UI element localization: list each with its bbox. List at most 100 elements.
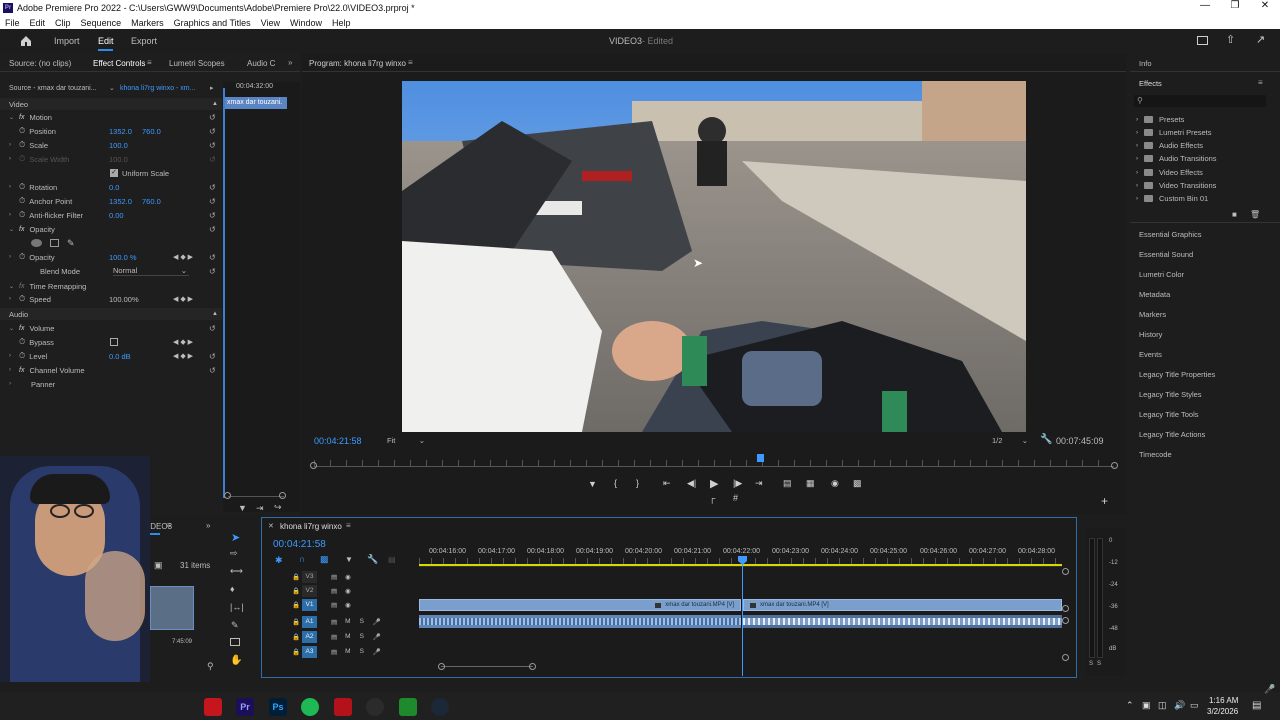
stopwatch-icon[interactable]: ⏱ bbox=[19, 196, 25, 206]
channel-volume-row[interactable]: › fx Channel Volume ↺ bbox=[0, 364, 222, 376]
menu-graphics[interactable]: Graphics and Titles bbox=[174, 18, 251, 28]
razor-tool-icon[interactable]: ♦ bbox=[230, 584, 235, 594]
panel-essential-sound[interactable]: Essential Sound bbox=[1139, 250, 1193, 259]
expand-chevron-icon[interactable]: › bbox=[9, 353, 19, 359]
blend-mode-dropdown[interactable]: Normal ⌄ bbox=[113, 266, 189, 276]
clock-date[interactable]: 3/2/2026 bbox=[1207, 707, 1238, 716]
panel-menu-icon[interactable]: ≡ bbox=[1258, 78, 1263, 87]
video-clip[interactable]: xmax dar touzani.MP4 [V] bbox=[743, 599, 1062, 611]
menu-file[interactable]: File bbox=[5, 18, 20, 28]
new-custom-bin-icon[interactable]: ■ bbox=[1232, 210, 1237, 219]
position-x[interactable]: 1352.0 bbox=[109, 127, 132, 136]
menu-sequence[interactable]: Sequence bbox=[81, 18, 122, 28]
antiflicker-value[interactable]: 0.00 bbox=[109, 211, 124, 220]
reset-icon[interactable]: ↺ bbox=[209, 183, 216, 192]
mark-out-icon[interactable]: } bbox=[636, 478, 639, 488]
eye-icon[interactable]: ◉ bbox=[345, 587, 351, 595]
solo-button[interactable]: S bbox=[360, 618, 364, 625]
track-label[interactable]: V3 bbox=[302, 570, 317, 583]
snap-icon[interactable]: ∩ bbox=[299, 554, 305, 564]
photoshop-taskbar-icon[interactable]: Ps bbox=[269, 698, 287, 716]
panel-markers[interactable]: Markers bbox=[1139, 310, 1166, 319]
comparison-view-icon[interactable]: ▩ bbox=[853, 478, 862, 489]
close-sequence-icon[interactable]: ✕ bbox=[268, 522, 274, 530]
menu-edit[interactable]: Edit bbox=[30, 18, 46, 28]
step-back-icon[interactable]: ◀| bbox=[687, 478, 696, 489]
expand-chevron-icon[interactable]: ⌄ bbox=[9, 325, 19, 332]
menu-help[interactable]: Help bbox=[332, 18, 351, 28]
reset-icon[interactable]: ↺ bbox=[209, 211, 216, 220]
slip-tool-icon[interactable]: |↔| bbox=[230, 602, 244, 612]
extract-icon[interactable]: ▦ bbox=[806, 478, 815, 489]
zoom-scrollbar[interactable] bbox=[228, 496, 284, 497]
tab-audio-clip-mixer[interactable]: Audio C bbox=[247, 59, 275, 68]
resolution-dropdown[interactable]: 1/2 ⌄ bbox=[992, 436, 1028, 445]
lock-icon[interactable]: 🔒 bbox=[292, 633, 302, 641]
fx-icon[interactable]: fx bbox=[19, 325, 24, 332]
solo-button[interactable]: S bbox=[360, 648, 364, 655]
timeline-settings-icon[interactable]: 🔧 bbox=[367, 554, 378, 565]
scroll-up-icon[interactable]: ▲ bbox=[212, 311, 218, 317]
panel-legacy-title-styles[interactable]: Legacy Title Styles bbox=[1139, 390, 1202, 399]
settings-wrench-icon[interactable]: 🔧 bbox=[1040, 434, 1052, 445]
track-label[interactable]: V1 bbox=[302, 598, 317, 611]
expand-chevron-icon[interactable]: ⌄ bbox=[9, 283, 19, 290]
go-to-in-icon[interactable]: ⇤ bbox=[663, 478, 671, 489]
keyframe-nav-icon[interactable]: ◀ ◆ ▶ bbox=[173, 295, 193, 303]
menu-window[interactable]: Window bbox=[290, 18, 322, 28]
horizontal-zoom-bar[interactable] bbox=[441, 666, 533, 667]
zoom-handle-left[interactable] bbox=[224, 492, 231, 499]
pen-tool-icon[interactable]: ✎ bbox=[231, 620, 239, 631]
info-panel-tab[interactable]: Info bbox=[1139, 59, 1152, 68]
panner-row[interactable]: › Panner bbox=[0, 378, 222, 390]
zoom-handle-right[interactable] bbox=[279, 492, 286, 499]
stopwatch-icon[interactable]: ⏱ bbox=[19, 182, 25, 192]
uniform-scale-checkbox[interactable]: ✓ bbox=[110, 169, 118, 177]
fx-icon[interactable]: fx bbox=[19, 226, 24, 233]
go-to-out-icon[interactable]: ⇥ bbox=[755, 478, 763, 489]
program-timecode[interactable]: 00:04:21:58 bbox=[314, 436, 362, 446]
effects-folder-custom-bin[interactable]: › Custom Bin 01 bbox=[1136, 192, 1208, 205]
reset-icon[interactable]: ↺ bbox=[209, 225, 216, 234]
show-hidden-icons[interactable]: ⌃ bbox=[1126, 700, 1134, 711]
mini-clip[interactable]: xmax dar touzani. bbox=[225, 97, 287, 109]
tab-lumetri-scopes[interactable]: Lumetri Scopes bbox=[169, 59, 225, 68]
add-marker-icon[interactable]: ▼ bbox=[588, 479, 597, 489]
effects-folder-video-transitions[interactable]: › Video Transitions bbox=[1136, 179, 1216, 192]
vertical-zoom-handle[interactable] bbox=[1062, 617, 1069, 624]
video-frame[interactable] bbox=[402, 81, 1026, 432]
reset-icon[interactable]: ↺ bbox=[209, 141, 216, 150]
panel-timecode[interactable]: Timecode bbox=[1139, 450, 1172, 459]
reset-icon[interactable]: ↺ bbox=[209, 324, 216, 333]
restore-button[interactable]: ❐ bbox=[1220, 0, 1250, 11]
quick-export-icon[interactable] bbox=[1197, 36, 1208, 45]
effects-folder-audio-transitions[interactable]: › Audio Transitions bbox=[1136, 152, 1217, 165]
reset-icon[interactable]: ↺ bbox=[209, 352, 216, 361]
reset-icon[interactable]: ↺ bbox=[209, 366, 216, 375]
selection-tool-icon[interactable]: ➤ bbox=[231, 531, 240, 544]
scroll-up-icon[interactable]: ▲ bbox=[212, 101, 218, 107]
time-remap-row[interactable]: ⌄ fx Time Remapping bbox=[0, 280, 222, 292]
keyframe-nav-icon[interactable]: ◀ ◆ ▶ bbox=[173, 338, 193, 346]
effects-folder-presets[interactable]: › Presets bbox=[1136, 113, 1184, 126]
tab-import[interactable]: Import bbox=[54, 36, 80, 46]
tab-source[interactable]: Source: (no clips) bbox=[9, 59, 71, 68]
track-label[interactable]: A2 bbox=[302, 630, 317, 643]
tray-app-icon[interactable]: ▣ bbox=[1142, 700, 1151, 711]
sync-lock-icon[interactable]: ▤ bbox=[331, 618, 337, 626]
anchor-x[interactable]: 1352.0 bbox=[109, 197, 132, 206]
solo-left-button[interactable]: S bbox=[1089, 661, 1093, 667]
expand-chevron-icon[interactable]: › bbox=[9, 381, 19, 387]
menu-markers[interactable]: Markers bbox=[131, 18, 164, 28]
effects-panel-tab[interactable]: Effects bbox=[1139, 79, 1162, 88]
pen-mask-icon[interactable]: ✎ bbox=[67, 238, 75, 249]
stopwatch-icon[interactable]: ⏱ bbox=[19, 252, 25, 262]
lift-icon[interactable]: ▤ bbox=[783, 478, 792, 489]
menu-view[interactable]: View bbox=[261, 18, 280, 28]
camera-icon[interactable]: ◉ bbox=[831, 478, 839, 489]
expand-chevron-icon[interactable]: ⌄ bbox=[9, 226, 19, 233]
tab-edit[interactable]: Edit bbox=[98, 36, 114, 46]
lock-icon[interactable]: 🔒 bbox=[292, 573, 302, 581]
reset-icon[interactable]: ↺ bbox=[209, 197, 216, 206]
lock-icon[interactable]: 🔒 bbox=[292, 618, 302, 626]
